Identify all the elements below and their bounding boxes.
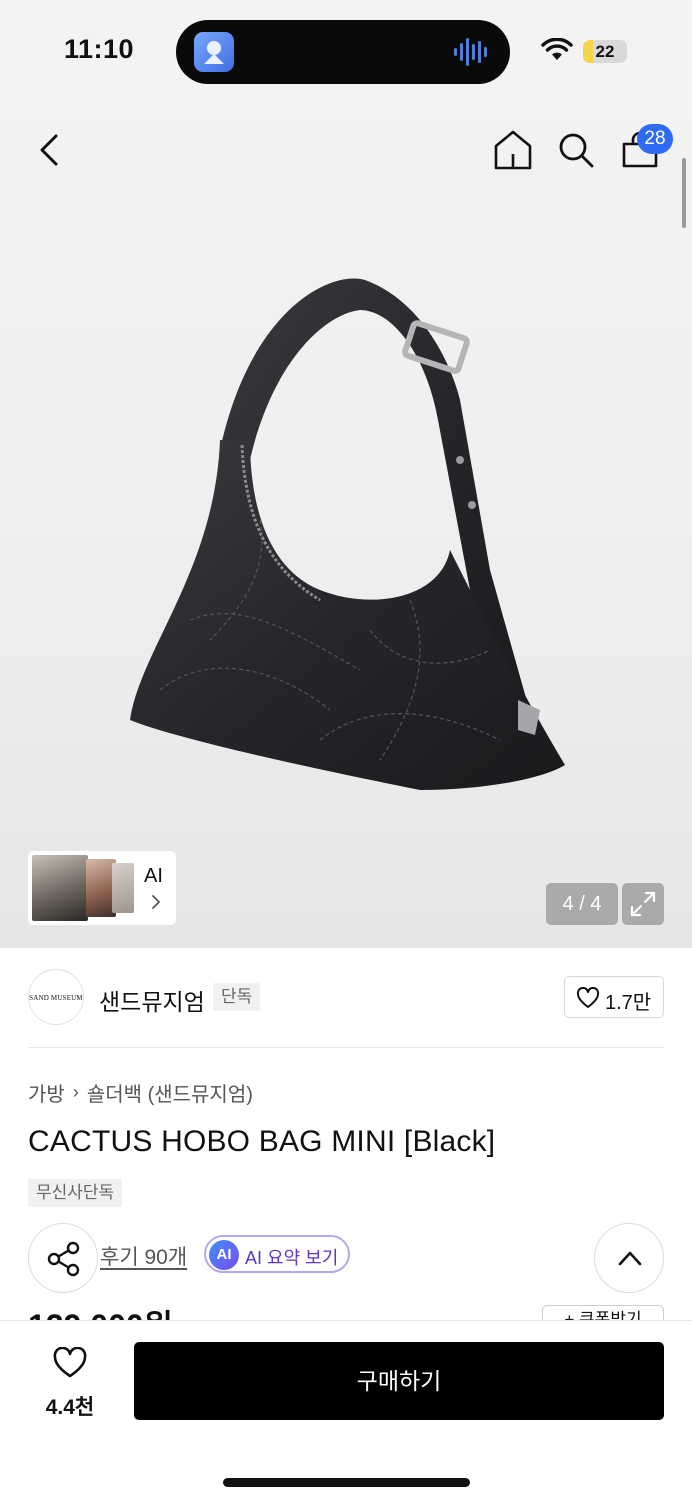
ai-thumbnail: [112, 863, 134, 913]
scroll-indicator: [682, 158, 686, 228]
dynamic-island: [176, 20, 510, 84]
search-icon[interactable]: [556, 130, 596, 170]
brand-exclusive-badge: 단독: [213, 983, 261, 1011]
chevron-up-icon: [618, 1251, 642, 1266]
image-counter: 4 / 4: [546, 883, 618, 925]
heart-icon: [53, 1347, 87, 1378]
product-title: CACTUS HOBO BAG MINI [Black]: [28, 1125, 496, 1158]
reviews-link[interactable]: 후기 90개: [100, 1241, 187, 1271]
audio-wave-icon: [454, 38, 487, 66]
wishlist-count: 4.4천: [45, 1396, 95, 1419]
home-icon[interactable]: [492, 128, 534, 172]
coupon-button-partial[interactable]: + 쿠폰받기: [542, 1305, 664, 1320]
island-app-icon: [194, 32, 234, 72]
ai-label: AI: [144, 865, 163, 887]
wishlist-button[interactable]: 4.4천: [30, 1347, 110, 1419]
chevron-right-icon: ›: [72, 1082, 79, 1102]
product-image-gallery[interactable]: 28 AI 4 / 4: [0, 100, 692, 948]
scroll-top-button[interactable]: [594, 1223, 664, 1293]
share-icon: [47, 1241, 80, 1277]
cart-count-badge: 28: [637, 124, 673, 154]
expand-button[interactable]: [622, 883, 664, 925]
wifi-icon: [541, 38, 573, 60]
ai-summary-label: AI 요약 보기: [245, 1248, 339, 1268]
breadcrumb-item[interactable]: 숄더백 (샌드뮤지엄): [87, 1078, 253, 1107]
expand-icon: [630, 891, 656, 917]
exclusive-badge: 무신사단독: [28, 1179, 123, 1207]
ai-summary-button[interactable]: AI AI 요약 보기: [204, 1235, 350, 1273]
brand-logo[interactable]: SAND MUSEUM: [28, 969, 84, 1025]
breadcrumb: 가방 › 숄더백 (샌드뮤지엄): [28, 1078, 253, 1107]
price-partial: 129,000원: [28, 1306, 173, 1320]
brand-like-button[interactable]: 1.7만: [564, 976, 664, 1018]
buy-button[interactable]: 구매하기: [134, 1342, 664, 1420]
status-bar: 11:10 22: [0, 0, 692, 100]
bottom-purchase-bar: 4.4천 구매하기: [0, 1320, 692, 1500]
ai-styling-card[interactable]: AI: [28, 851, 176, 925]
divider: [28, 1047, 664, 1048]
brand-name[interactable]: 샌드뮤지엄: [99, 983, 205, 1017]
breadcrumb-item[interactable]: 가방: [28, 1078, 65, 1107]
share-button[interactable]: [28, 1223, 98, 1293]
heart-icon: [576, 987, 600, 1008]
back-icon[interactable]: [30, 130, 70, 170]
status-time: 11:10: [64, 34, 135, 64]
home-indicator: [223, 1478, 470, 1487]
ai-thumbnail: [32, 855, 88, 921]
product-photo-bag: [130, 278, 565, 790]
battery-indicator: 22: [583, 40, 627, 63]
brand-like-count: 1.7만: [605, 992, 652, 1014]
chevron-right-icon: [152, 895, 161, 909]
ai-badge-icon: AI: [209, 1240, 239, 1270]
battery-percent: 22: [595, 42, 615, 61]
